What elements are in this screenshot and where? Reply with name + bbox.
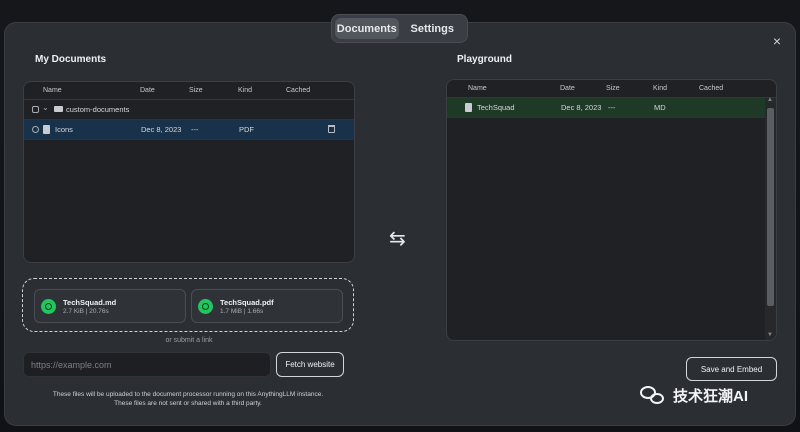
folder-row[interactable]: ⌄ custom-documents: [24, 100, 354, 120]
notice-line-1: These files will be uploaded to the docu…: [52, 391, 324, 398]
file-size: ---: [608, 103, 616, 112]
playground-file-row[interactable]: TechSquad Dec 8, 2023 --- MD: [447, 98, 765, 118]
swap-arrows-icon: ⇆: [389, 228, 406, 250]
table-header: Name Date Size Kind Cached: [447, 80, 776, 98]
playground-table: Name Date Size Kind Cached TechSquad Dec…: [446, 79, 777, 341]
column-date: Date: [560, 85, 575, 92]
watermark-text: 技术狂潮AI: [673, 388, 749, 405]
file-date: Dec 8, 2023: [141, 125, 182, 134]
folder-icon: [54, 106, 63, 112]
my-documents-title: My Documents: [35, 54, 107, 65]
file-name: Icons: [55, 125, 73, 134]
file-row[interactable]: Icons Dec 8, 2023 --- PDF: [24, 120, 354, 140]
folder-checkbox[interactable]: [32, 106, 39, 113]
my-documents-table: Name Date Size Kind Cached ⌄ custom-docu…: [23, 81, 355, 263]
column-name: Name: [43, 87, 62, 94]
tab-documents[interactable]: Documents: [335, 18, 399, 39]
watermark: 技术狂潮AI: [640, 385, 748, 406]
column-size: Size: [606, 85, 620, 92]
or-submit-link-text: or submit a link: [165, 337, 213, 344]
scroll-up-icon[interactable]: ▲: [767, 97, 773, 103]
column-kind: Kind: [653, 85, 668, 92]
file-icon: [43, 125, 50, 134]
playground-title: Playground: [457, 54, 513, 65]
column-cached: Cached: [699, 85, 724, 92]
file-kind: MD: [654, 103, 666, 112]
file-icon: [465, 103, 472, 112]
file-radio[interactable]: [32, 126, 39, 133]
uploaded-file-name: TechSquad.md: [63, 298, 117, 307]
scroll-down-icon[interactable]: ▼: [767, 332, 773, 338]
notice-line-2: These files are not sent or shared with …: [114, 400, 262, 407]
tab-bar: Documents Settings: [331, 14, 468, 43]
column-cached: Cached: [286, 87, 311, 94]
upload-notice: These files will be uploaded to the docu…: [23, 390, 353, 408]
upload-dropzone[interactable]: TechSquad.md 2.7 KiB | 20.76s TechSquad.…: [22, 278, 354, 332]
scroll-thumb[interactable]: [767, 108, 774, 306]
column-name: Name: [468, 85, 487, 92]
trash-icon[interactable]: [328, 125, 335, 133]
check-circle-icon: [198, 299, 213, 314]
uploaded-file-meta: 2.7 KiB | 20.76s: [63, 308, 109, 315]
uploaded-file-name: TechSquad.pdf: [220, 298, 274, 307]
file-kind: PDF: [239, 125, 254, 134]
fetch-website-button[interactable]: Fetch website: [276, 352, 344, 377]
document-manager-modal: × My Documents Playground Name Date Size…: [4, 22, 796, 426]
close-icon[interactable]: ×: [773, 33, 781, 49]
file-size: ---: [191, 125, 199, 134]
check-circle-icon: [41, 299, 56, 314]
column-size: Size: [189, 87, 203, 94]
wechat-icon: [640, 385, 666, 406]
column-kind: Kind: [238, 87, 253, 94]
column-date: Date: [140, 87, 155, 94]
chevron-down-icon[interactable]: ⌄: [42, 103, 49, 112]
file-date: Dec 8, 2023: [561, 103, 602, 112]
save-and-embed-button[interactable]: Save and Embed: [686, 357, 777, 381]
file-name: TechSquad: [477, 103, 515, 112]
uploaded-file-card: TechSquad.pdf 1.7 MiB | 1.66s: [191, 289, 343, 323]
tab-settings[interactable]: Settings: [401, 18, 465, 39]
folder-name: custom-documents: [66, 105, 130, 114]
table-header: Name Date Size Kind Cached: [24, 82, 354, 100]
scrollbar[interactable]: ▲ ▼: [765, 97, 776, 340]
url-input[interactable]: [23, 352, 271, 377]
uploaded-file-meta: 1.7 MiB | 1.66s: [220, 308, 264, 315]
uploaded-file-card: TechSquad.md 2.7 KiB | 20.76s: [34, 289, 186, 323]
